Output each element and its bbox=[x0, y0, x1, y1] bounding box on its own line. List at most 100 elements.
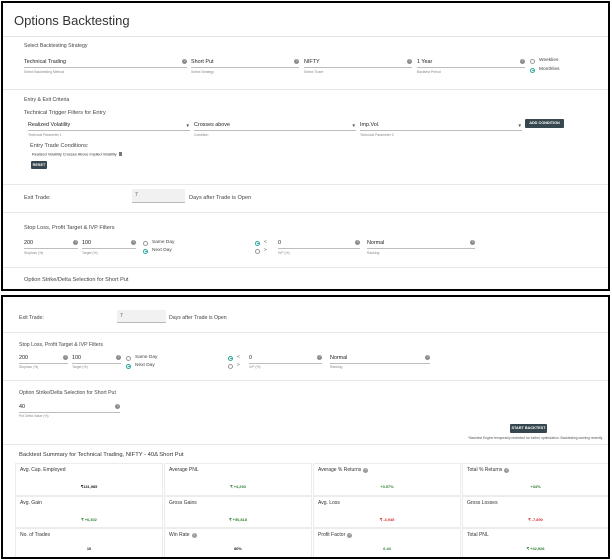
summary-card: Avg. Loss ₹ -3,945 bbox=[313, 496, 461, 528]
summary-card: Gross Gains ₹ +50,818 bbox=[164, 496, 312, 528]
help-icon[interactable]: ? bbox=[115, 404, 120, 409]
help-icon[interactable]: ? bbox=[520, 59, 525, 64]
summary-card: Average % Returns? +3.57% bbox=[313, 463, 461, 496]
radio-off-icon bbox=[255, 248, 260, 254]
card-value: ₹ +50,818 bbox=[229, 517, 247, 522]
ivp-input[interactable]: 0 ? bbox=[249, 354, 322, 364]
ranking-select[interactable]: Normal ? bbox=[367, 239, 475, 249]
target-input[interactable]: 100 ? bbox=[72, 354, 121, 364]
summary-card: Average PNL ₹ +4,293 bbox=[164, 463, 312, 496]
stoploss-input[interactable]: 200 ? bbox=[24, 239, 78, 249]
help-icon[interactable]: ? bbox=[191, 533, 197, 538]
stoploss-value: 200 bbox=[19, 355, 28, 361]
start-backtest-button[interactable]: START BACKTEST bbox=[510, 424, 547, 433]
card-label: Avg. Cap. Employed bbox=[20, 467, 66, 473]
technical-parameter-1-select[interactable]: Realized Volatility ▼ bbox=[28, 121, 190, 131]
card-value: ₹131,985 bbox=[80, 484, 98, 489]
put-delta-input[interactable]: 40 ? bbox=[19, 403, 120, 413]
summary-card: No. of Trades 10 bbox=[15, 528, 163, 557]
card-label: Gross Gains bbox=[169, 500, 197, 506]
strike-section-title: Option Strike/Delta Selection for Short … bbox=[19, 390, 116, 396]
stoploss-label: Stoploss (%) bbox=[24, 251, 44, 255]
add-condition-button[interactable]: ADD CONDITION bbox=[525, 119, 564, 128]
options-backtesting-panel: Options Backtesting Select Backtesting S… bbox=[1, 1, 610, 291]
section-divider bbox=[3, 212, 608, 213]
target-input[interactable]: 100 ? bbox=[82, 239, 136, 249]
card-label-text: Total % Returns bbox=[467, 467, 503, 473]
ranking-value: Normal bbox=[367, 240, 385, 246]
target-label: Target (%) bbox=[82, 251, 98, 255]
target-value: 100 bbox=[72, 355, 81, 361]
card-label-text: Gross Gains bbox=[169, 500, 197, 506]
condition-select[interactable]: Crosses above ▼ bbox=[194, 121, 356, 131]
stoploss-input[interactable]: 200 ? bbox=[19, 354, 68, 364]
stoploss-section-title: Stop Loss, Profit Target & IVP Filters bbox=[24, 225, 115, 231]
help-icon[interactable]: ? bbox=[407, 59, 412, 64]
ivp-input[interactable]: 0 ? bbox=[278, 239, 360, 249]
entry-condition-item: Realized Volatility Crosses Above Implie… bbox=[32, 152, 122, 157]
backtesting-method-label: Select Backtesting Method bbox=[24, 70, 65, 74]
help-icon[interactable]: ? bbox=[504, 468, 510, 473]
help-icon[interactable]: ? bbox=[425, 355, 430, 360]
help-icon[interactable]: ? bbox=[182, 59, 187, 64]
page-title: Options Backtesting bbox=[14, 13, 130, 28]
strategy-label: Select Strategy bbox=[191, 70, 214, 74]
put-delta-label: Put Delta Value (%) bbox=[19, 414, 49, 418]
stoploss-label: Stoploss (%) bbox=[19, 365, 39, 369]
radio-on-icon bbox=[255, 240, 260, 246]
backtesting-method-select[interactable]: Technical Trading ? bbox=[24, 58, 187, 68]
backtest-period-value: 1 Year bbox=[417, 59, 433, 65]
caret-down-icon: ▼ bbox=[351, 123, 356, 128]
ranking-value: Normal bbox=[330, 355, 348, 361]
reset-button[interactable]: RESET bbox=[31, 161, 47, 169]
card-label-text: Average PNL bbox=[169, 467, 199, 473]
card-label: Average % Returns? bbox=[318, 467, 369, 473]
card-label: No. of Trades bbox=[20, 532, 50, 538]
help-icon[interactable]: ? bbox=[73, 240, 78, 245]
summary-card: Total % Returns? +34% bbox=[462, 463, 608, 496]
card-label: Win Rate? bbox=[169, 532, 197, 538]
help-icon[interactable]: ? bbox=[355, 240, 360, 245]
trash-icon[interactable] bbox=[118, 152, 122, 156]
technical-parameter-2-label: Technical Parameter 2 bbox=[360, 133, 394, 137]
help-icon[interactable]: ? bbox=[63, 355, 68, 360]
technical-parameter-2-select[interactable]: Imp.Vol. ▼ bbox=[360, 121, 522, 131]
card-label-text: Total PNL bbox=[467, 532, 489, 538]
target-value: 100 bbox=[82, 240, 91, 246]
stoploss-section-title: Stop Loss, Profit Target & IVP Filters bbox=[19, 342, 103, 348]
help-icon[interactable]: ? bbox=[347, 533, 353, 538]
backtest-results-panel: Exit Trade: 7 Days after Trade is Open S… bbox=[1, 295, 610, 559]
help-icon[interactable]: ? bbox=[116, 355, 121, 360]
help-icon[interactable]: ? bbox=[363, 468, 369, 473]
help-icon[interactable]: ? bbox=[470, 240, 475, 245]
section-divider bbox=[3, 444, 608, 445]
card-label: Gross Losses bbox=[467, 500, 498, 506]
section-divider bbox=[3, 332, 608, 333]
help-icon[interactable]: ? bbox=[294, 59, 299, 64]
exit-days-suffix: Days after Trade is Open bbox=[189, 195, 252, 201]
radio-off-icon bbox=[530, 58, 535, 64]
summary-card: Profit Factor? 6.44 bbox=[313, 528, 461, 557]
strategy-section-title: Select Backtesting Strategy bbox=[24, 43, 88, 49]
card-label-text: Avg. Gain bbox=[20, 500, 42, 506]
exit-days-input[interactable]: 7 bbox=[132, 189, 185, 203]
exit-trade-label: Exit Trade: bbox=[24, 195, 51, 201]
exit-days-input[interactable]: 7 bbox=[117, 310, 166, 323]
put-delta-value: 40 bbox=[19, 404, 25, 410]
help-icon[interactable]: ? bbox=[317, 355, 322, 360]
card-value: ₹ +42,928 bbox=[526, 546, 545, 551]
card-label: Total % Returns? bbox=[467, 467, 510, 473]
ranking-select[interactable]: Normal ? bbox=[330, 354, 430, 364]
ticker-select[interactable]: NIFTY ? bbox=[304, 58, 412, 68]
ticker-label: Select Ticker bbox=[304, 70, 324, 74]
backtest-period-select[interactable]: 1 Year ? bbox=[417, 58, 525, 68]
same-day-label: Same Day bbox=[152, 240, 175, 245]
greater-than-label: > bbox=[237, 363, 240, 368]
section-divider bbox=[3, 267, 608, 268]
card-label-text: Profit Factor bbox=[318, 532, 346, 538]
strategy-select[interactable]: Short Put ? bbox=[191, 58, 299, 68]
entry-exit-title: Entry & Exit Criteria bbox=[24, 97, 70, 103]
radio-on-icon bbox=[228, 355, 233, 361]
help-icon[interactable]: ? bbox=[131, 240, 136, 245]
card-value: ₹ +6,302 bbox=[81, 517, 97, 522]
